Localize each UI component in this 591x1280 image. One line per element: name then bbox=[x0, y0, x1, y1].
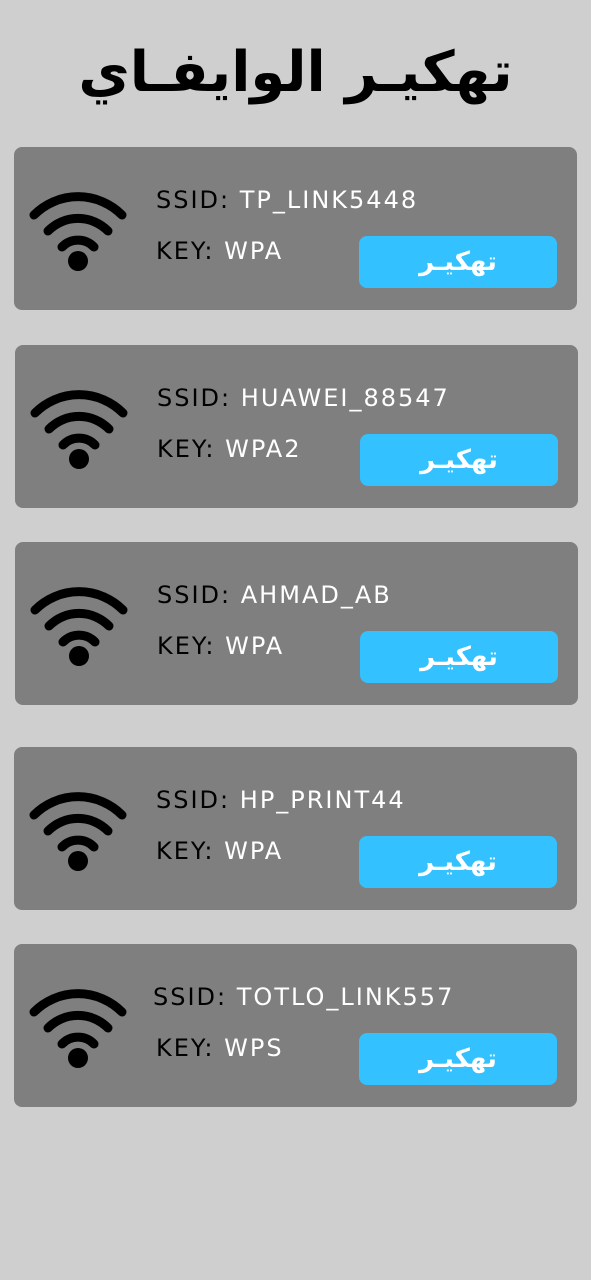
ssid-label: SSID: bbox=[156, 186, 231, 214]
network-card[interactable]: SSID: HUAWEI_88547 KEY: WPA2 تهكيـر bbox=[15, 345, 578, 508]
hack-button[interactable]: تهكيـر bbox=[360, 631, 558, 683]
key-value: WPS bbox=[224, 1034, 284, 1062]
ssid-row: SSID: AHMAD_AB bbox=[157, 580, 392, 610]
key-label: KEY: bbox=[156, 837, 215, 865]
ssid-value: HUAWEI_88547 bbox=[240, 384, 450, 412]
page-title: تهكيـر الوايفـاي bbox=[78, 40, 513, 105]
network-card[interactable]: SSID: AHMAD_AB KEY: WPA تهكيـر bbox=[15, 542, 578, 705]
key-label: KEY: bbox=[157, 632, 216, 660]
ssid-value: TOTLO_LINK557 bbox=[236, 983, 455, 1011]
network-card[interactable]: SSID: TP_LINK5448 KEY: WPA تهكيـر bbox=[14, 147, 577, 310]
key-label: KEY: bbox=[157, 435, 216, 463]
ssid-label: SSID: bbox=[156, 786, 231, 814]
ssid-row: SSID: TOTLO_LINK557 bbox=[153, 982, 454, 1012]
hack-button[interactable]: تهكيـر bbox=[360, 434, 558, 486]
key-row: KEY: WPS bbox=[156, 1033, 284, 1063]
wifi-icon bbox=[29, 192, 127, 271]
key-row: KEY: WPA bbox=[156, 236, 283, 266]
hack-button[interactable]: تهكيـر bbox=[359, 1033, 557, 1085]
ssid-row: SSID: TP_LINK5448 bbox=[156, 185, 418, 215]
network-card[interactable]: SSID: TOTLO_LINK557 KEY: WPS تهكيـر bbox=[14, 944, 577, 1107]
ssid-label: SSID: bbox=[153, 983, 228, 1011]
key-value: WPA bbox=[225, 632, 285, 660]
ssid-row: SSID: HUAWEI_88547 bbox=[157, 383, 450, 413]
network-card[interactable]: SSID: HP_PRINT44 KEY: WPA تهكيـر bbox=[14, 747, 577, 910]
hack-button[interactable]: تهكيـر bbox=[359, 236, 557, 288]
key-label: KEY: bbox=[156, 237, 215, 265]
key-row: KEY: WPA bbox=[157, 631, 284, 661]
ssid-value: HP_PRINT44 bbox=[239, 786, 406, 814]
ssid-label: SSID: bbox=[157, 581, 232, 609]
key-value: WPA2 bbox=[225, 435, 302, 463]
ssid-row: SSID: HP_PRINT44 bbox=[156, 785, 406, 815]
wifi-icon bbox=[30, 587, 128, 666]
key-row: KEY: WPA bbox=[156, 836, 283, 866]
key-row: KEY: WPA2 bbox=[157, 434, 301, 464]
key-value: WPA bbox=[224, 237, 284, 265]
ssid-value: AHMAD_AB bbox=[240, 581, 392, 609]
ssid-label: SSID: bbox=[157, 384, 232, 412]
wifi-icon bbox=[29, 989, 127, 1068]
wifi-icon bbox=[30, 390, 128, 469]
ssid-value: TP_LINK5448 bbox=[239, 186, 419, 214]
hack-button[interactable]: تهكيـر bbox=[359, 836, 557, 888]
key-label: KEY: bbox=[156, 1034, 215, 1062]
key-value: WPA bbox=[224, 837, 284, 865]
wifi-icon bbox=[29, 792, 127, 871]
